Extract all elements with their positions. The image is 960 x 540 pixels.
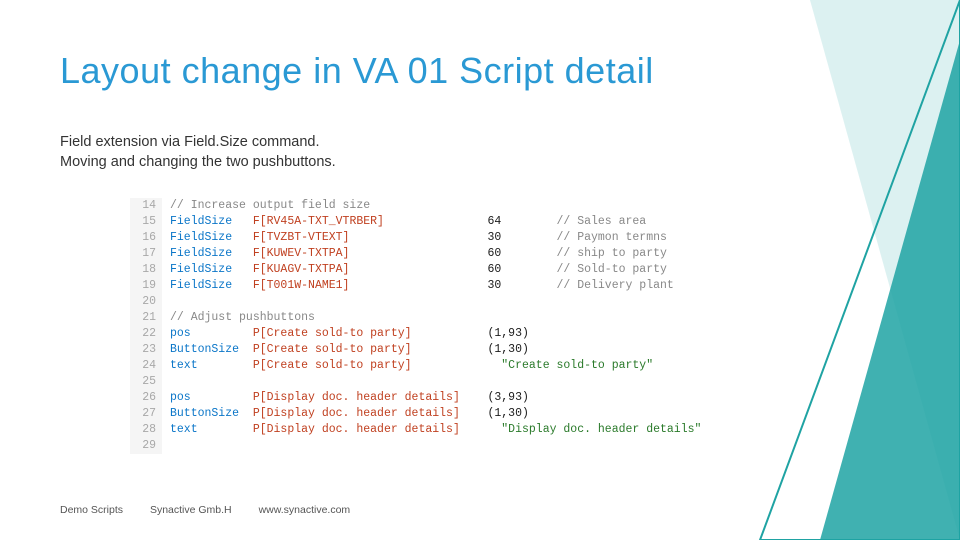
line-number: 26	[130, 390, 162, 406]
line-number: 27	[130, 406, 162, 422]
code-line: 22 pos P[Create sold-to party] (1,93)	[130, 326, 701, 342]
line-number: 14	[130, 198, 162, 214]
code-text	[170, 294, 177, 310]
code-line: 23 ButtonSize P[Create sold-to party] (1,…	[130, 342, 701, 358]
footer-left: Demo Scripts	[60, 504, 123, 516]
code-text: FieldSize F[T001W-NAME1] 30 // Delivery …	[170, 278, 674, 294]
line-number: 15	[130, 214, 162, 230]
code-line: 27 ButtonSize P[Display doc. header detai…	[130, 406, 701, 422]
line-number: 25	[130, 374, 162, 390]
code-line: 26 pos P[Display doc. header details] (3,…	[130, 390, 701, 406]
code-text: FieldSize F[RV45A-TXT_VTRBER] 64 // Sale…	[170, 214, 646, 230]
page-title: Layout change in VA 01 Script detail	[60, 50, 654, 92]
code-text: FieldSize F[KUAGV-TXTPA] 60 // Sold-to p…	[170, 262, 667, 278]
code-line: 25	[130, 374, 701, 390]
line-number: 24	[130, 358, 162, 374]
code-line: 17 FieldSize F[KUWEV-TXTPA] 60 // ship to…	[130, 246, 701, 262]
code-line: 15 FieldSize F[RV45A-TXT_VTRBER] 64 // Sa…	[130, 214, 701, 230]
subtitle-line-1: Field extension via Field.Size command.	[60, 134, 320, 150]
code-text	[170, 438, 177, 454]
code-line: 28 text P[Display doc. header details] "D…	[130, 422, 701, 438]
code-text: // Increase output field size	[170, 198, 370, 214]
code-line: 16 FieldSize F[TVZBT-VTEXT] 30 // Paymon …	[130, 230, 701, 246]
code-line: 29	[130, 438, 701, 454]
code-text: text P[Display doc. header details] "Dis…	[170, 422, 701, 438]
line-number: 22	[130, 326, 162, 342]
line-number: 16	[130, 230, 162, 246]
subtitle: Field extension via Field.Size command. …	[60, 132, 336, 173]
subtitle-line-2: Moving and changing the two pushbuttons.	[60, 154, 336, 170]
line-number: 20	[130, 294, 162, 310]
code-line: 20	[130, 294, 701, 310]
code-text: text P[Create sold-to party] "Create sol…	[170, 358, 653, 374]
code-text: FieldSize F[TVZBT-VTEXT] 30 // Paymon te…	[170, 230, 667, 246]
code-text: pos P[Display doc. header details] (3,93…	[170, 390, 556, 406]
code-text	[170, 374, 177, 390]
code-text: FieldSize F[KUWEV-TXTPA] 60 // ship to p…	[170, 246, 667, 262]
footer: Demo Scripts Synactive Gmb.H www.synacti…	[60, 504, 374, 516]
footer-right: www.synactive.com	[259, 504, 351, 516]
code-text: // Adjust pushbuttons	[170, 310, 315, 326]
line-number: 29	[130, 438, 162, 454]
code-line: 21 // Adjust pushbuttons	[130, 310, 701, 326]
code-line: 14 // Increase output field size	[130, 198, 701, 214]
footer-mid: Synactive Gmb.H	[150, 504, 232, 516]
line-number: 18	[130, 262, 162, 278]
code-line: 24 text P[Create sold-to party] "Create s…	[130, 358, 701, 374]
code-line: 18 FieldSize F[KUAGV-TXTPA] 60 // Sold-to…	[130, 262, 701, 278]
decor-triangle	[700, 0, 960, 540]
line-number: 28	[130, 422, 162, 438]
line-number: 17	[130, 246, 162, 262]
code-line: 19 FieldSize F[T001W-NAME1] 30 // Deliver…	[130, 278, 701, 294]
code-text: ButtonSize P[Display doc. header details…	[170, 406, 556, 422]
code-text: ButtonSize P[Create sold-to party] (1,30…	[170, 342, 556, 358]
line-number: 23	[130, 342, 162, 358]
line-number: 21	[130, 310, 162, 326]
code-text: pos P[Create sold-to party] (1,93)	[170, 326, 556, 342]
code-block: 14 // Increase output field size 15 FieldSi…	[130, 198, 701, 454]
line-number: 19	[130, 278, 162, 294]
